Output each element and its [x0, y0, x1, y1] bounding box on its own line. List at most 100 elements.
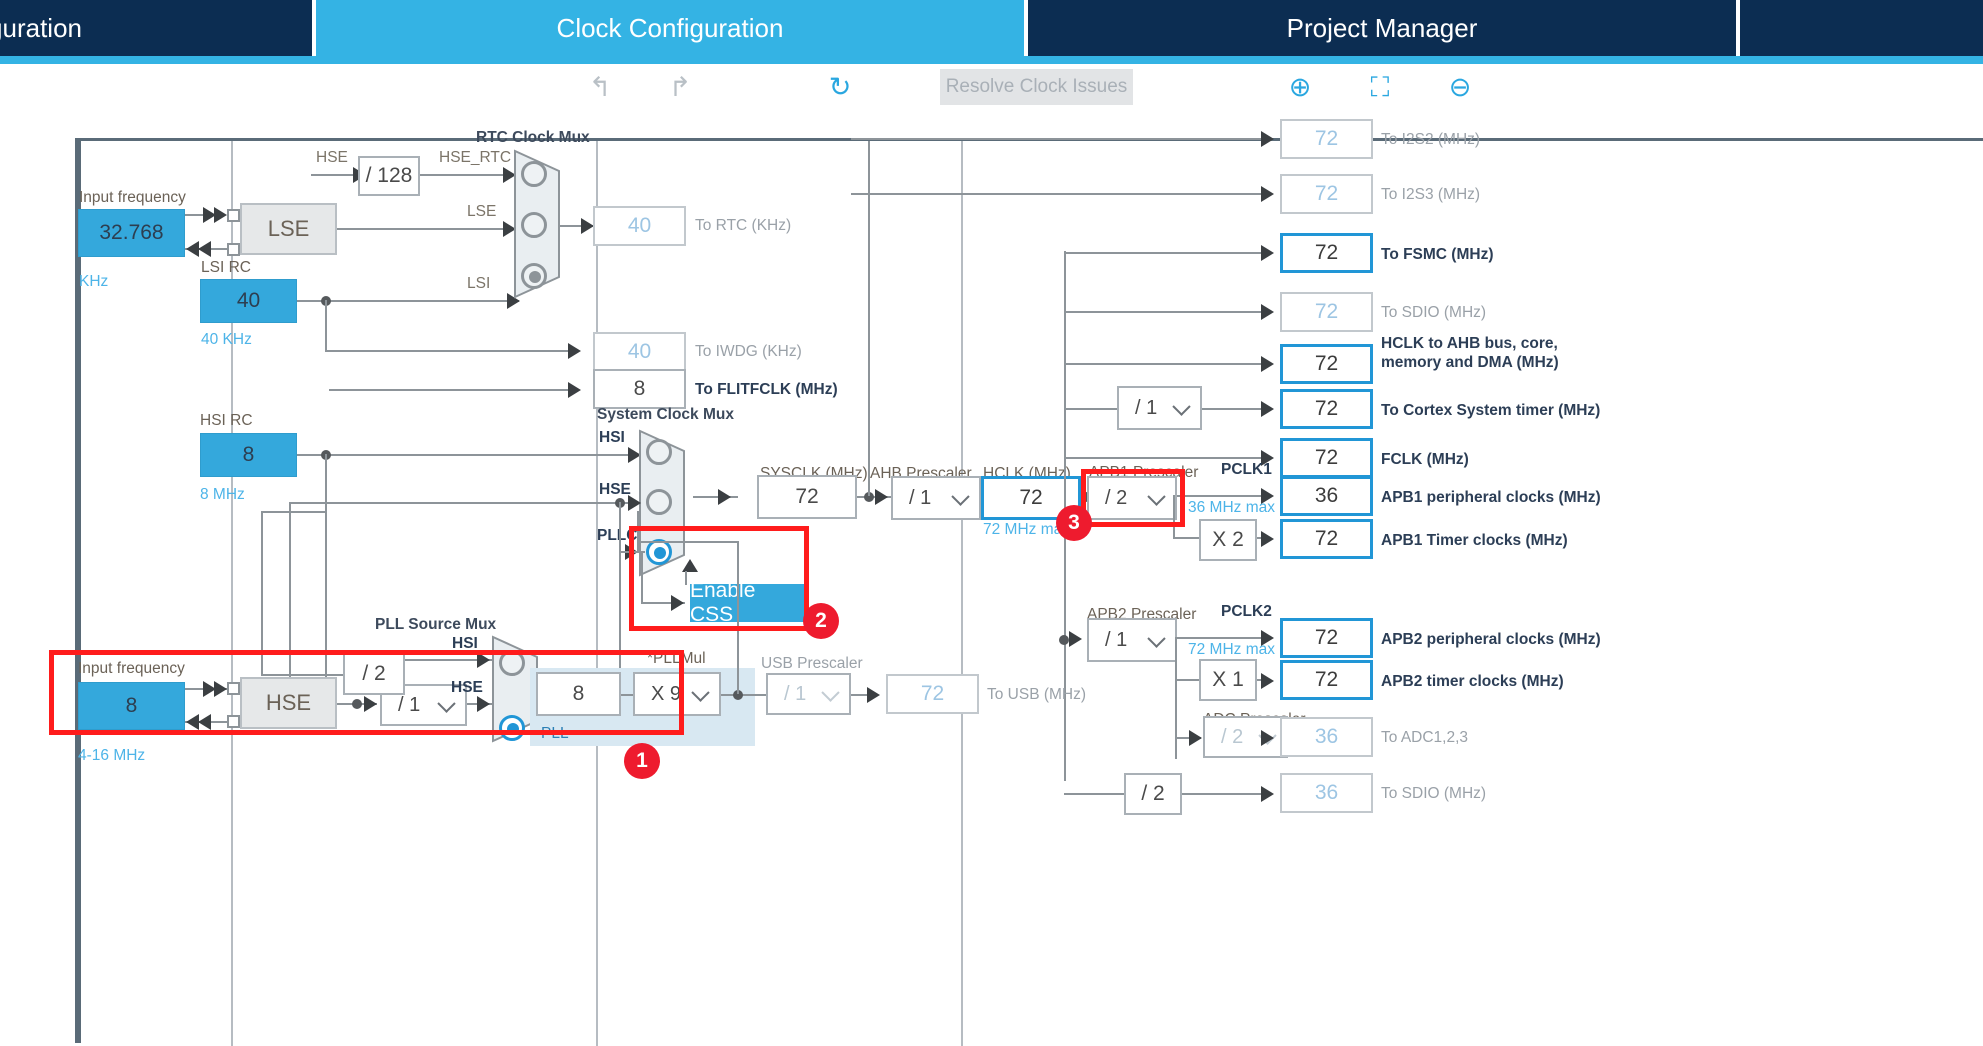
iwdg-arrow: [568, 343, 581, 359]
cortex-prescaler-value: / 1: [1135, 396, 1158, 419]
guide-line: [596, 141, 598, 1046]
highlight-pll-source: [49, 650, 684, 735]
hse-sysmux-arrow: [628, 495, 641, 511]
clock-tree-diagram: Input frequency 32.768 KHz LSE LSI RC 40…: [49, 119, 1983, 1046]
lse-to-mux-wire: [337, 228, 512, 230]
tab-project-manager[interactable]: Project Manager: [1028, 0, 1740, 56]
rtc-mux-input-label-hse-rtc: HSE_RTC: [439, 149, 512, 166]
lse-arrow: [214, 207, 227, 223]
output-usb-label: To USB (MHz): [987, 686, 1087, 703]
chevron-down-icon: [691, 683, 710, 702]
lse-arrow: [198, 241, 211, 257]
pll-source-mux-title: PLL Source Mux: [375, 616, 497, 633]
hclk-ahb-wire: [1064, 363, 1269, 365]
apb1-timer-wire: [1173, 537, 1201, 539]
hclk-ahb-arrow: [1261, 356, 1274, 372]
sdio-div2-box: / 2: [1124, 773, 1182, 815]
output-apb1-periph-label: APB1 peripheral clocks (MHz): [1381, 489, 1601, 506]
output-usb-value: 72: [886, 674, 979, 714]
output-rtc-label: To RTC (KHz): [695, 217, 792, 234]
sdio-top-arrow: [1261, 304, 1274, 320]
rtc-mux-input-label-lsi: LSI: [467, 275, 491, 292]
highlight-badge-2: 2: [803, 603, 839, 639]
lse-osc-pin: [227, 243, 240, 256]
apb2-timer-arrow: [1261, 673, 1274, 689]
fit-to-screen-button[interactable]: ⛶: [1360, 64, 1400, 110]
system-mux-radio-hsi[interactable]: [646, 439, 672, 465]
output-sdio-top-label: To SDIO (MHz): [1381, 304, 1487, 321]
highlight-system-clock-mux: [629, 526, 809, 631]
system-mux-input-label-hsi: HSI: [599, 429, 625, 446]
usb-prescaler-select[interactable]: / 1: [766, 673, 851, 715]
hse-sysmux-wire: [289, 502, 637, 504]
hsi-value-field[interactable]: 8: [200, 433, 297, 477]
lsi-rc-label: LSI RC: [201, 259, 251, 276]
output-fsmc-label: To FSMC (MHz): [1381, 246, 1494, 263]
lse-osc-pin: [227, 209, 240, 222]
apb2-timer-multiplier: X 1: [1199, 659, 1257, 701]
pclk2-label: PCLK2: [1221, 603, 1272, 620]
hse-rtc-wire: [420, 174, 512, 176]
apb2-prescaler-select[interactable]: / 1: [1087, 618, 1177, 662]
reload-icon: ↻: [828, 71, 852, 102]
lsi-value-field[interactable]: 40: [200, 279, 297, 323]
chevron-down-icon: [1147, 629, 1166, 648]
zoom-in-button[interactable]: ⊕: [1280, 64, 1320, 110]
output-hclk-ahb-label-line1: HCLK to AHB bus, core,: [1381, 335, 1558, 352]
apb1-periph-arrow: [1261, 488, 1274, 504]
sdio-bottom-out-wire: [1182, 793, 1269, 795]
apb1-timer-multiplier: X 2: [1199, 519, 1257, 561]
output-apb1-timer-value: 72: [1280, 519, 1373, 559]
zoom-out-button[interactable]: ⊖: [1440, 64, 1480, 110]
lse-source-box[interactable]: LSE: [240, 203, 337, 255]
lse-input-frequency-field[interactable]: 32.768: [78, 209, 185, 257]
usb-arrow: [867, 687, 880, 703]
sdio-bottom-in-wire: [1064, 793, 1124, 795]
output-rtc-value: 40: [593, 206, 686, 246]
fit-to-screen-icon: ⛶: [1370, 71, 1390, 102]
undo-button[interactable]: ↰: [580, 64, 620, 110]
sdio-bottom-arrow: [1261, 786, 1274, 802]
output-hclk-ahb-label: HCLK to AHB bus, core, memory and DMA (M…: [1381, 334, 1641, 372]
highlight-apb1-prescaler: [1081, 469, 1185, 527]
output-apb2-periph-label: APB2 peripheral clocks (MHz): [1381, 631, 1601, 648]
output-apb1-timer-label: APB1 Timer clocks (MHz): [1381, 532, 1568, 549]
output-flitfclk-value: 8: [593, 369, 686, 409]
pclk1-wire: [1177, 495, 1269, 497]
sysclk-arrow: [718, 489, 731, 505]
chevron-down-icon: [821, 683, 840, 702]
i2s3-arrow: [1261, 186, 1274, 202]
tab-tools[interactable]: [1740, 0, 1983, 56]
output-apb2-periph-value: 72: [1280, 618, 1373, 658]
tab-clock-configuration[interactable]: Clock Configuration: [316, 0, 1028, 56]
sysclk-value: 72: [757, 475, 857, 519]
cortex-prescaler-select[interactable]: / 1: [1117, 386, 1202, 430]
sysclk-in-wire: [693, 496, 738, 498]
output-i2s2-value: 72: [1280, 119, 1373, 159]
hsi-div2-wire: [261, 511, 325, 513]
adc-prescaler-select[interactable]: / 2: [1203, 716, 1288, 758]
reload-button[interactable]: ↻: [820, 64, 860, 110]
tab-accent-bar: [0, 56, 1983, 64]
hse-div128-signal-label: HSE: [316, 149, 348, 166]
guide-line: [961, 141, 963, 1046]
system-clock-mux-title: System Clock Mux: [597, 406, 734, 423]
rtc-mux-radio-hse-rtc[interactable]: [521, 161, 547, 187]
resolve-clock-issues-button[interactable]: Resolve Clock Issues: [940, 69, 1133, 105]
hse-range-label: 4-16 MHz: [78, 747, 146, 764]
hsi-rc-label: HSI RC: [200, 412, 253, 429]
highlight-badge-3: 3: [1056, 505, 1092, 541]
output-i2s3-label: To I2S3 (MHz): [1381, 186, 1481, 203]
system-mux-radio-hse[interactable]: [646, 489, 672, 515]
fsmc-arrow: [1261, 245, 1274, 261]
rtc-mux-radio-lse[interactable]: [521, 212, 547, 238]
flitfclk-wire: [329, 389, 574, 391]
redo-button[interactable]: ↱: [660, 64, 700, 110]
tab-pinout-configuration[interactable]: guration: [0, 0, 316, 56]
rtc-mux-radio-lsi[interactable]: [521, 263, 547, 289]
pll-out-wire: [721, 694, 766, 696]
ahb-prescaler-select[interactable]: / 1: [891, 476, 981, 520]
cortex-arrow: [1261, 401, 1274, 417]
output-iwdg-value: 40: [593, 332, 686, 372]
zoom-in-icon: ⊕: [1288, 71, 1312, 102]
